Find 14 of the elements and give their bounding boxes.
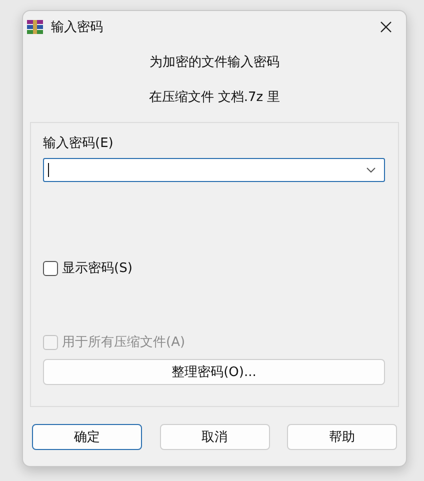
archive-books-icon [27, 19, 43, 35]
dialog-button[interactable]: 取消 [160, 424, 270, 450]
dialog-button[interactable]: 帮助 [287, 424, 397, 450]
close-icon[interactable] [380, 21, 392, 33]
checkbox-label[interactable]: 显示密码(S) [62, 259, 132, 277]
dialog-button[interactable]: 确定 [32, 424, 142, 450]
window-title: 输入密码 [51, 19, 104, 36]
prompt-text: 为加密的文件输入密码 [148, 54, 280, 72]
checkbox[interactable] [43, 260, 58, 276]
dropdown-chevron-icon[interactable] [366, 167, 376, 173]
prompt-text: 在压缩文件 文档.7z 里 [148, 89, 282, 107]
password-field[interactable] [43, 158, 385, 182]
organize-passwords-button[interactable]: 整理密码(O)... [43, 359, 385, 385]
password-label: 输入密码(E) [43, 135, 114, 153]
